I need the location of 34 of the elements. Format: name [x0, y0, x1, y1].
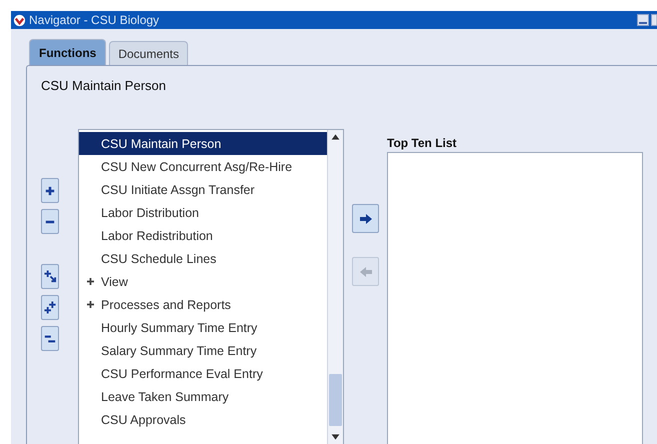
function-list-item[interactable]: Labor Redistribution — [79, 224, 327, 247]
function-list-item[interactable]: CSU Schedule Lines — [79, 247, 327, 270]
current-function-label: CSU Maintain Person — [41, 78, 167, 93]
function-list-item[interactable]: View — [79, 270, 327, 293]
tab[interactable]: Documents — [109, 41, 188, 65]
function-list-item[interactable]: CSU Initiate Assgn Transfer — [79, 178, 327, 201]
function-list-item[interactable]: Hourly Summary Time Entry — [79, 316, 327, 339]
double-plus-icon — [44, 301, 56, 314]
window-title: Navigator - CSU Biology — [29, 13, 160, 27]
app-logo-icon — [13, 14, 26, 26]
function-list-item[interactable]: Labor Distribution — [79, 201, 327, 224]
expand-button[interactable] — [41, 178, 59, 203]
function-list-item[interactable]: CSU Maintain Person — [79, 132, 327, 155]
function-list-item[interactable]: CSU Performance Eval Entry — [79, 362, 327, 385]
add-to-list-button[interactable] — [352, 204, 379, 233]
minimize-icon[interactable] — [637, 14, 649, 26]
double-minus-icon — [44, 332, 56, 344]
function-list-item[interactable]: Processes and Reports — [79, 293, 327, 316]
tab[interactable]: Functions — [29, 39, 106, 65]
collapse-button[interactable] — [41, 209, 59, 234]
collapse-all-button[interactable] — [41, 326, 59, 351]
right-arrow-icon — [358, 212, 372, 224]
scroll-thumb[interactable] — [329, 374, 342, 426]
expand-branch-button[interactable] — [41, 264, 59, 289]
plus-arrow-icon — [44, 270, 56, 283]
function-list-item[interactable]: CSU New Concurrent Asg/Re-Hire — [79, 155, 327, 178]
expand-all-button[interactable] — [41, 295, 59, 320]
top-ten-label: Top Ten List — [387, 136, 458, 150]
scrollbar[interactable] — [327, 130, 343, 444]
plus-icon — [45, 186, 55, 196]
function-list-item[interactable]: Salary Summary Time Entry — [79, 339, 327, 362]
left-arrow-icon — [358, 266, 372, 278]
function-list-item[interactable]: Leave Taken Summary — [79, 385, 327, 408]
function-list-item[interactable]: CSU Approvals — [79, 408, 327, 431]
